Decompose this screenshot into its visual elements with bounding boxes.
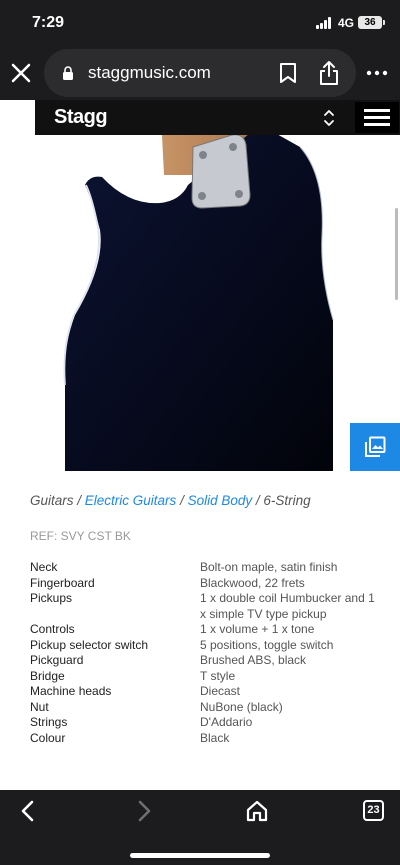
spec-value: Blackwood, 22 frets (200, 575, 305, 590)
signal-icon (316, 17, 331, 29)
spec-row: Pickups 1 x double coil Humbucker and 1 … (30, 591, 375, 622)
hamburger-menu-icon[interactable] (355, 102, 399, 133)
spec-row: Neck Bolt-on maple, satin finish (30, 560, 375, 576)
lock-icon (63, 66, 73, 80)
spec-row: Controls 1 x volume + 1 x tone (30, 622, 375, 638)
spec-row: Colour Black (30, 731, 375, 747)
spec-row: Strings D'Addario (30, 715, 375, 731)
spec-label: Machine heads (30, 684, 112, 698)
spec-label: Pickup selector switch (30, 637, 149, 652)
forward-icon[interactable] (134, 800, 154, 822)
web-page: Stagg Guitars / Electric Guitars / Solid… (0, 100, 400, 790)
spec-value: Brushed ABS, black (200, 653, 307, 667)
battery-icon: 36 (358, 16, 385, 29)
spec-value: 1 x double coil Humbucker and 1 x simple… (200, 591, 375, 621)
network-type: 4G (338, 16, 355, 30)
spec-row: Machine heads Diecast (30, 684, 375, 700)
gallery-button[interactable] (350, 423, 400, 471)
scrollbar[interactable] (395, 208, 398, 300)
spec-value: 5 positions, toggle switch (200, 637, 334, 652)
address-bar-area: staggmusic.com (0, 46, 400, 100)
spec-label: Pickguard (30, 653, 84, 667)
spec-row: Bridge T style (30, 669, 375, 685)
product-ref: REF: SVY CST BK (30, 529, 131, 543)
breadcrumb: Guitars / Electric Guitars / Solid Body … (30, 493, 311, 508)
breadcrumb-separator: / (73, 493, 85, 508)
spec-label: Fingerboard (30, 575, 95, 590)
spec-table: Neck Bolt-on maple, satin finish Fingerb… (30, 560, 375, 746)
spec-label: Neck (30, 560, 58, 574)
sort-arrows-icon[interactable] (323, 109, 335, 127)
spec-label: Pickups (30, 591, 73, 605)
address-bar[interactable]: staggmusic.com (44, 49, 356, 97)
spec-value: NuBone (black) (200, 699, 283, 714)
breadcrumb-separator: / (176, 493, 188, 508)
spec-label: Nut (30, 699, 49, 714)
spec-value: D'Addario (200, 715, 253, 729)
spec-value: Bolt-on maple, satin finish (200, 560, 338, 574)
back-icon[interactable] (18, 800, 38, 822)
tabs-icon[interactable]: 23 (363, 800, 384, 821)
product-image (0, 135, 400, 471)
breadcrumb-guitars[interactable]: Guitars (30, 493, 74, 508)
breadcrumb-separator: / (252, 493, 264, 508)
home-icon[interactable] (246, 800, 268, 822)
breadcrumb-solid-body[interactable]: Solid Body (188, 493, 253, 508)
spec-row: Pickguard Brushed ABS, black (30, 653, 375, 669)
spec-value: Black (200, 730, 230, 745)
browser-screen: 7:29 4G 36 staggmusic.com Stagg Guitars … (0, 0, 400, 865)
url-text[interactable]: staggmusic.com (88, 63, 211, 83)
site-header: Stagg (35, 100, 400, 135)
spec-row: Pickup selector switch 5 positions, togg… (30, 638, 375, 654)
spec-label: Strings (30, 715, 68, 729)
spec-row: Fingerboard Blackwood, 22 frets (30, 576, 375, 592)
clock: 7:29 (32, 14, 65, 31)
spec-value: T style (200, 668, 236, 683)
site-logo[interactable]: Stagg (54, 106, 108, 129)
breadcrumb-electric-guitars[interactable]: Electric Guitars (85, 493, 177, 508)
spec-row: Nut NuBone (black) (30, 700, 375, 716)
more-icon[interactable] (366, 70, 388, 76)
close-icon[interactable] (9, 61, 33, 85)
bookmark-icon[interactable] (278, 62, 298, 84)
breadcrumb-6-string: 6-String (263, 493, 311, 508)
spec-value: 1 x volume + 1 x tone (200, 622, 315, 636)
home-indicator[interactable] (130, 853, 270, 858)
status-bar: 7:29 4G 36 (0, 0, 400, 46)
spec-label: Bridge (30, 668, 65, 683)
share-icon[interactable] (318, 60, 340, 86)
spec-value: Diecast (200, 684, 241, 698)
spec-label: Colour (30, 730, 66, 745)
gallery-icon (365, 436, 386, 457)
spec-label: Controls (30, 622, 75, 636)
